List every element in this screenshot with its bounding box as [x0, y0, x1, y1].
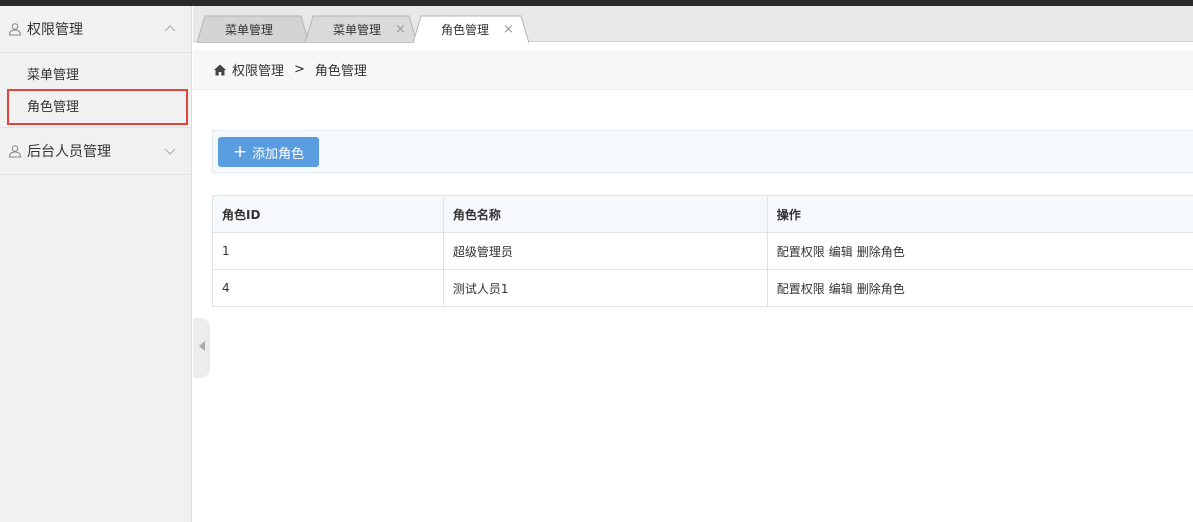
- sidebar-collapse-handle[interactable]: [193, 318, 210, 378]
- chevron-down-icon: [163, 144, 177, 158]
- close-icon[interactable]: ×: [503, 22, 514, 37]
- column-header-actions: 操作: [766, 195, 1193, 233]
- tab-role-management[interactable]: 角色管理 ×: [413, 15, 529, 43]
- tab-menu-management-2[interactable]: 菜单管理 ×: [305, 15, 417, 43]
- sidebar-group-label: 权限管理: [27, 22, 83, 38]
- sidebar: 权限管理 菜单管理 角色管理 后台人员管理: [0, 6, 192, 522]
- add-role-button[interactable]: + 添加角色: [218, 137, 319, 167]
- column-header-role-name: 角色名称: [442, 195, 768, 233]
- table-row: 4 测试人员1 配置权限 编辑 删除角色: [212, 269, 1193, 307]
- plus-icon: +: [232, 141, 248, 162]
- breadcrumb-item-role: 角色管理: [314, 64, 367, 79]
- sidebar-group-label: 后台人员管理: [27, 144, 111, 160]
- close-icon[interactable]: ×: [395, 22, 406, 37]
- configure-permissions-link[interactable]: 配置权限: [777, 282, 825, 296]
- sidebar-item-role-management[interactable]: 角色管理: [0, 89, 191, 125]
- toolbar: + 添加角色: [212, 130, 1193, 173]
- roles-table: 角色ID 角色名称 操作 1 超级管理员 配置权限 编辑 删除角色 4 测试人员1 …: [212, 195, 1193, 307]
- chevron-up-icon: [163, 22, 177, 36]
- sidebar-item-label: 菜单管理: [27, 67, 80, 83]
- breadcrumb-item-permission[interactable]: 权限管理: [232, 60, 284, 79]
- cell-role-id: 4: [212, 269, 444, 307]
- sidebar-item-label: 角色管理: [27, 99, 80, 115]
- configure-permissions-link[interactable]: 配置权限: [777, 245, 825, 259]
- user-icon: [8, 22, 22, 36]
- sidebar-item-menu-management[interactable]: 菜单管理: [0, 57, 191, 89]
- cell-actions: 配置权限 编辑 删除角色: [766, 232, 1193, 270]
- caret-left-icon: [198, 340, 206, 356]
- home-icon: [213, 63, 227, 77]
- delete-role-link[interactable]: 删除角色: [857, 282, 905, 296]
- edit-link[interactable]: 编辑: [829, 282, 853, 296]
- edit-link[interactable]: 编辑: [829, 245, 853, 259]
- cell-actions: 配置权限 编辑 删除角色: [766, 269, 1193, 307]
- tab-label: 角色管理: [441, 22, 490, 37]
- table-row: 1 超级管理员 配置权限 编辑 删除角色: [212, 232, 1193, 270]
- user-icon: [8, 144, 22, 158]
- tab-bar: 菜单管理 菜单管理 × 角色管理 ×: [193, 6, 1193, 43]
- tab-label: 菜单管理: [333, 22, 382, 37]
- tab-label: 菜单管理: [225, 22, 274, 37]
- breadcrumb-separator: >: [294, 62, 305, 77]
- sidebar-group-staff[interactable]: 后台人员管理: [0, 128, 191, 175]
- sidebar-sub-list: 菜单管理 角色管理: [0, 53, 191, 128]
- sidebar-group-permission[interactable]: 权限管理: [0, 6, 191, 53]
- add-role-label: 添加角色: [252, 146, 305, 162]
- cell-role-name: 测试人员1: [442, 269, 768, 307]
- breadcrumb: 权限管理 > 角色管理: [193, 50, 1193, 90]
- tab-menu-management-1[interactable]: 菜单管理: [197, 15, 309, 43]
- delete-role-link[interactable]: 删除角色: [857, 245, 905, 259]
- column-header-role-id: 角色ID: [212, 195, 444, 233]
- cell-role-id: 1: [212, 232, 444, 270]
- table-header-row: 角色ID 角色名称 操作: [212, 195, 1193, 233]
- cell-role-name: 超级管理员: [442, 232, 768, 270]
